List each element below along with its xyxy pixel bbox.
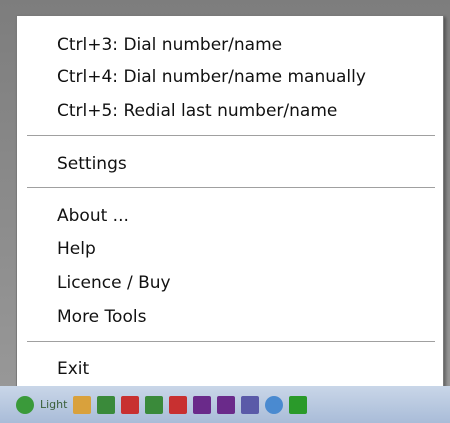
tile-icon[interactable] (169, 395, 188, 414)
tile-icon[interactable] (145, 395, 164, 414)
menu-separator (27, 187, 435, 189)
menu-item-redial[interactable]: Ctrl+5: Redial last number/name (57, 100, 337, 122)
menu-item-exit[interactable]: Exit (57, 358, 89, 380)
tile-icon[interactable] (121, 395, 140, 414)
menu-item-dial[interactable]: Ctrl+3: Dial number/name (57, 34, 282, 56)
menu-item-about[interactable]: About ... (57, 205, 129, 227)
system-tray: Light (0, 386, 450, 423)
pen-icon[interactable] (73, 395, 92, 414)
menu-item-settings[interactable]: Settings (57, 153, 127, 175)
menu-separator (27, 341, 435, 343)
menu-item-dial-manually[interactable]: Ctrl+4: Dial number/name manually (57, 66, 366, 88)
menu-item-licence-buy[interactable]: Licence / Buy (57, 272, 171, 294)
tile-icon[interactable] (217, 395, 236, 414)
shield-icon[interactable] (265, 395, 284, 414)
app-icon[interactable] (16, 395, 34, 414)
tray-app-label: Light (40, 398, 68, 411)
menu-separator (27, 135, 435, 137)
menu-item-help[interactable]: Help (57, 238, 96, 260)
tile-icon[interactable] (241, 395, 260, 414)
check-icon[interactable] (289, 395, 308, 414)
tile-icon[interactable] (97, 395, 116, 414)
menu-item-more-tools[interactable]: More Tools (57, 306, 146, 328)
tile-icon[interactable] (193, 395, 212, 414)
tray-context-menu: Ctrl+3: Dial number/name Ctrl+4: Dial nu… (16, 15, 444, 388)
